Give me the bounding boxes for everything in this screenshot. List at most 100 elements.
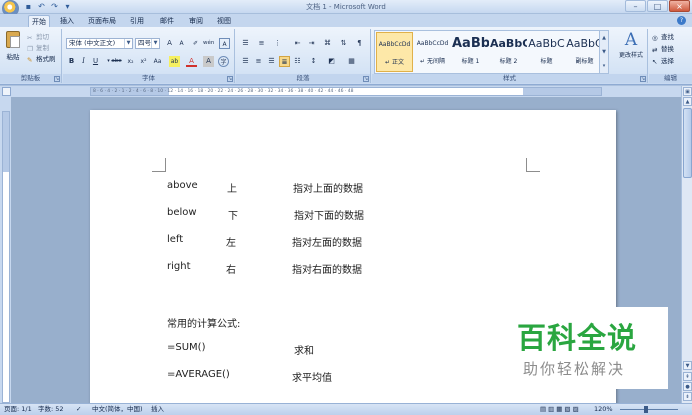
- ruler-toggle-icon[interactable]: ▣: [683, 87, 692, 96]
- cut-button[interactable]: ✂ 剪切: [27, 32, 49, 42]
- font-size-combo[interactable]: 四号 ▼: [135, 38, 160, 49]
- vertical-scrollbar[interactable]: ▣ ▲ ▼ ⇞ ● ⇟: [681, 86, 692, 403]
- font-name-combo[interactable]: 宋体 (中文正文) ▼: [66, 38, 133, 49]
- tab-view[interactable]: 视图: [213, 15, 235, 27]
- char-border-button[interactable]: A: [219, 38, 230, 49]
- proofing-icon[interactable]: ✓: [76, 404, 81, 415]
- help-icon[interactable]: ?: [677, 16, 686, 25]
- copy-button[interactable]: ❐ 复制: [27, 43, 49, 53]
- font-color-button[interactable]: A: [186, 56, 197, 67]
- gallery-scroll[interactable]: ▲ ▼ ▾: [599, 31, 608, 73]
- line-spacing-icon[interactable]: ↕: [308, 56, 319, 67]
- tab-home[interactable]: 开始: [28, 15, 50, 27]
- word-count[interactable]: 字数: 52: [38, 404, 64, 415]
- scroll-up-button[interactable]: ▲: [683, 97, 692, 106]
- italic-button[interactable]: I: [78, 56, 89, 67]
- distributed-icon[interactable]: ☷: [292, 56, 303, 67]
- tab-references[interactable]: 引用: [126, 15, 148, 27]
- replace-label: 替换: [661, 45, 674, 53]
- dialog-launcher-icon[interactable]: ↘: [227, 76, 233, 82]
- borders-icon[interactable]: ▦: [346, 56, 357, 67]
- align-left-icon[interactable]: ☰: [240, 56, 251, 67]
- enclose-char-button[interactable]: 字: [218, 56, 229, 67]
- clear-format-button[interactable]: ✐: [190, 38, 201, 49]
- chevron-down-icon: ▼: [124, 39, 132, 48]
- grow-font-button[interactable]: A: [164, 38, 175, 49]
- tab-insert[interactable]: 插入: [56, 15, 78, 27]
- tab-page-layout[interactable]: 页面布局: [86, 15, 118, 27]
- tab-review[interactable]: 审阅: [185, 15, 207, 27]
- style-no-spacing[interactable]: AaBbCcDd ↵ 无间隔: [414, 32, 451, 72]
- chevron-up-icon[interactable]: ▲: [602, 35, 606, 41]
- select-button[interactable]: ↖ 选择: [652, 56, 674, 66]
- align-right-icon[interactable]: ☰: [266, 56, 277, 67]
- paste-label: 粘贴: [6, 53, 20, 61]
- style-subtitle[interactable]: AaBbC 副标题: [566, 32, 603, 72]
- superscript-button[interactable]: x²: [138, 56, 149, 67]
- formula-1-desc: 求和: [294, 346, 314, 357]
- tab-selector[interactable]: [2, 87, 11, 96]
- underline-button[interactable]: U: [90, 56, 101, 67]
- tab-mailings[interactable]: 邮件: [156, 15, 178, 27]
- find-label: 查找: [661, 33, 674, 41]
- style-title[interactable]: AaBbC 标题: [528, 32, 565, 72]
- style-gallery: AaBbCcDd ↵ 正文 AaBbCcDd ↵ 无间隔 AaBb 标题 1 AaBb…: [374, 30, 609, 74]
- chinese-layout-icon[interactable]: ⌘: [322, 38, 333, 49]
- find-button[interactable]: ◎ 查找: [652, 32, 674, 42]
- bold-button[interactable]: B: [66, 56, 77, 67]
- horizontal-ruler[interactable]: 8 · 6 · 4 · 2 · 1 · 2 · 4 · 6 · 8 · 10 ·…: [90, 87, 602, 96]
- font-group: 宋体 (中文正文) ▼ 四号 ▼ A A ✐ wén A B I U ▾ abe x…: [63, 29, 235, 83]
- increase-indent-icon[interactable]: ⇥: [306, 38, 317, 49]
- chevron-down-icon[interactable]: ▼: [602, 49, 606, 55]
- strikethrough-button[interactable]: abe: [111, 56, 122, 67]
- scroll-thumb[interactable]: [683, 108, 692, 178]
- line-4-col-3: 指对右面的数据: [292, 265, 362, 276]
- show-marks-icon[interactable]: ¶: [354, 38, 365, 49]
- zoom-slider-knob[interactable]: [644, 406, 648, 413]
- dialog-launcher-icon[interactable]: ↘: [640, 76, 646, 82]
- format-painter-button[interactable]: ✎ 格式刷: [27, 54, 56, 64]
- dialog-launcher-icon[interactable]: ↘: [363, 76, 369, 82]
- editing-group: ◎ 查找 ⇄ 替换 ↖ 选择 编辑: [649, 29, 692, 83]
- char-shading-button[interactable]: A: [203, 56, 214, 67]
- more-icon[interactable]: ▾: [603, 63, 606, 69]
- format-painter-label: 格式刷: [36, 55, 56, 63]
- formula-2-desc: 求平均值: [292, 373, 332, 384]
- maximize-button[interactable]: □: [647, 0, 668, 12]
- binoculars-icon: ◎: [652, 34, 658, 42]
- style-heading-1[interactable]: AaBb 标题 1: [452, 32, 489, 72]
- style-heading-2[interactable]: AaBbC 标题 2: [490, 32, 527, 72]
- vertical-ruler-scale[interactable]: [2, 111, 10, 403]
- dialog-launcher-icon[interactable]: ↘: [54, 76, 60, 82]
- highlight-button[interactable]: ab: [169, 56, 180, 67]
- minimize-button[interactable]: –: [625, 0, 646, 12]
- bullets-icon[interactable]: ☰: [240, 38, 251, 49]
- sort-icon[interactable]: ⇅: [338, 38, 349, 49]
- previous-page-button[interactable]: ⇞: [683, 372, 692, 381]
- multilevel-list-icon[interactable]: ⋮: [272, 38, 283, 49]
- language-indicator[interactable]: 中文(简体，中国): [92, 404, 143, 415]
- align-center-icon[interactable]: ≡: [253, 56, 264, 67]
- zoom-slider[interactable]: [620, 409, 678, 410]
- change-styles-button[interactable]: A 更改样式: [616, 30, 646, 59]
- justify-icon[interactable]: ≣: [279, 56, 290, 67]
- browse-object-button[interactable]: ●: [683, 382, 692, 391]
- insert-mode[interactable]: 插入: [151, 404, 164, 415]
- change-case-button[interactable]: Aa: [152, 56, 163, 67]
- shading-icon[interactable]: ◩: [326, 56, 337, 67]
- decrease-indent-icon[interactable]: ⇤: [292, 38, 303, 49]
- page-count[interactable]: 页面: 1/1: [4, 404, 32, 415]
- paste-button[interactable]: 粘贴: [3, 31, 23, 67]
- style-normal[interactable]: AaBbCcDd ↵ 正文: [376, 32, 413, 72]
- numbering-icon[interactable]: ≡: [256, 38, 267, 49]
- scroll-down-button[interactable]: ▼: [683, 361, 692, 370]
- close-button[interactable]: ×: [669, 0, 690, 12]
- view-buttons[interactable]: ▤▥▦▧▨: [540, 404, 581, 415]
- phonetic-guide-button[interactable]: wén: [203, 38, 214, 49]
- zoom-level[interactable]: 120%: [594, 404, 613, 415]
- subscript-button[interactable]: x₂: [125, 56, 136, 67]
- shrink-font-button[interactable]: A: [176, 38, 187, 49]
- next-page-button[interactable]: ⇟: [683, 392, 692, 401]
- replace-button[interactable]: ⇄ 替换: [652, 44, 674, 54]
- formula-1-expr: =SUM(): [167, 342, 206, 353]
